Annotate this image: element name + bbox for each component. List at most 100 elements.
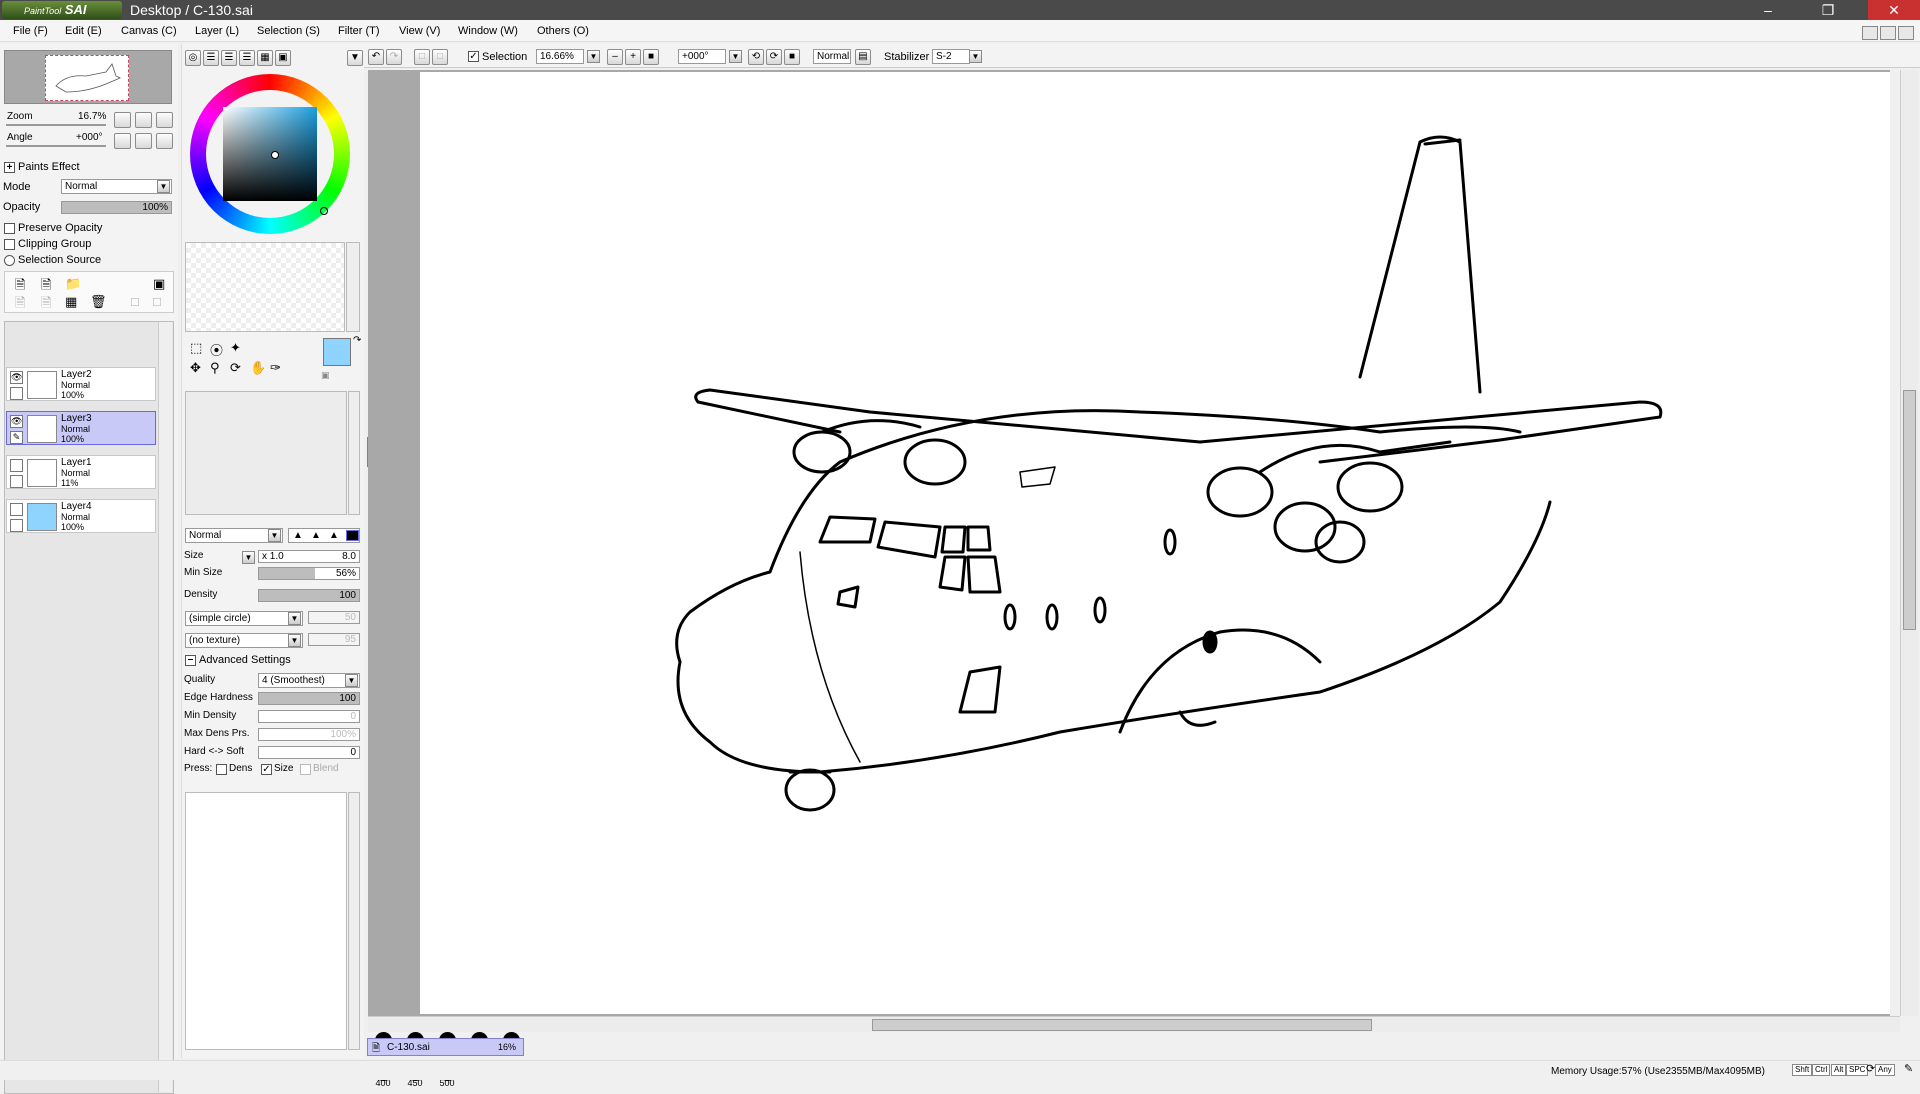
paints-effect-toggle[interactable]: + bbox=[4, 162, 15, 173]
hard-soft-slider[interactable]: 0 bbox=[258, 746, 360, 759]
menu-layer[interactable]: Layer (L) bbox=[195, 25, 239, 37]
transparent-color-icon[interactable]: ▣ bbox=[321, 370, 330, 381]
move-icon[interactable]: ✥ bbox=[190, 360, 201, 376]
scratchpad-scrollbar[interactable] bbox=[346, 242, 360, 332]
mdi-close-button[interactable] bbox=[1898, 26, 1914, 40]
layer-row[interactable]: Layer4 Normal 100% bbox=[6, 499, 156, 533]
zoom-out-button[interactable] bbox=[114, 112, 131, 128]
max-dens-prs-slider[interactable]: 100% bbox=[258, 728, 360, 741]
menu-canvas[interactable]: Canvas (C) bbox=[121, 25, 177, 37]
visibility-eye-icon[interactable]: 👁 bbox=[10, 371, 23, 384]
rotate-cw-icon[interactable]: ⟳ bbox=[766, 49, 782, 65]
menu-file[interactable]: File (F) bbox=[13, 25, 48, 37]
new-folder-icon[interactable]: 📁 bbox=[65, 276, 81, 292]
vertical-scroll-thumb[interactable] bbox=[1903, 390, 1916, 630]
toolbar-zoom-reset-icon[interactable]: ■ bbox=[643, 49, 659, 65]
flatten-icon[interactable]: □ bbox=[153, 294, 161, 309]
zoom-slider[interactable] bbox=[6, 124, 106, 126]
visibility-eye-icon[interactable] bbox=[10, 503, 23, 516]
toolbar-zoom-out-icon[interactable]: – bbox=[607, 49, 623, 65]
size-multiplier-dropdown[interactable]: ▼ bbox=[242, 551, 255, 564]
stabilizer-select[interactable]: S-2 bbox=[932, 49, 970, 64]
transfer-down-icon[interactable]: 🗎 bbox=[15, 294, 25, 316]
swatches-tab-icon[interactable]: ▦ bbox=[257, 50, 273, 66]
press-dens-checkbox[interactable] bbox=[216, 764, 227, 775]
redo-icon[interactable]: ↷ bbox=[386, 49, 402, 65]
advanced-settings-toggle[interactable]: – bbox=[185, 655, 196, 666]
menu-edit[interactable]: Edit (E) bbox=[65, 25, 102, 37]
rgb-slider-tab-icon[interactable]: ☰ bbox=[203, 50, 219, 66]
zoom-tool-icon[interactable]: ⚲ bbox=[210, 360, 220, 376]
tool-palette-scrollbar[interactable] bbox=[348, 391, 360, 515]
layer-pen-icon[interactable] bbox=[10, 519, 23, 532]
brush-shape-strength[interactable]: 50 bbox=[308, 611, 360, 624]
menu-window[interactable]: Window (W) bbox=[458, 25, 518, 37]
navigator-viewport[interactable] bbox=[45, 55, 129, 101]
hsv-slider-tab-icon[interactable]: ☰ bbox=[221, 50, 237, 66]
view-mode-select[interactable]: Normal bbox=[813, 49, 851, 64]
zoom-select[interactable]: 16.66% bbox=[536, 49, 584, 64]
hand-tool-icon[interactable]: ✋ bbox=[250, 360, 266, 376]
selection-checkbox[interactable]: ✓ bbox=[468, 51, 479, 62]
lasso-icon[interactable]: ⦿ bbox=[210, 340, 223, 359]
sv-picker-cursor[interactable] bbox=[271, 151, 279, 159]
swap-colors-icon[interactable]: ↷ bbox=[353, 335, 361, 346]
zoom-reset-button[interactable] bbox=[156, 112, 173, 128]
brush-shape-medium-icon[interactable]: ▲ bbox=[311, 530, 321, 541]
zoom-dropdown-arrow[interactable]: ▼ bbox=[587, 50, 600, 63]
rotation-reset-icon[interactable]: ■ bbox=[784, 49, 800, 65]
rect-select-icon[interactable]: ⬚ bbox=[190, 340, 202, 356]
visibility-eye-icon[interactable] bbox=[10, 459, 23, 472]
brush-shape-select[interactable]: (simple circle) bbox=[185, 611, 303, 626]
panel-menu-icon[interactable]: ▼ bbox=[347, 50, 363, 66]
brush-shape-dropdown-arrow[interactable]: ▼ bbox=[288, 612, 301, 625]
zoom-in-button[interactable] bbox=[135, 112, 152, 128]
menu-selection[interactable]: Selection (S) bbox=[257, 25, 320, 37]
brush-shape-square-icon[interactable] bbox=[346, 530, 359, 541]
horizontal-scroll-thumb[interactable] bbox=[872, 1019, 1372, 1031]
color-wheel-tab-icon[interactable]: ◎ bbox=[185, 50, 201, 66]
visibility-eye-icon[interactable]: 👁 bbox=[10, 415, 23, 428]
layer-row[interactable]: 👁 ✎ Layer3 Normal 100% bbox=[6, 411, 156, 445]
canvas-vertical-scrollbar[interactable] bbox=[1900, 70, 1918, 1016]
canvas-horizontal-scrollbar[interactable] bbox=[368, 1016, 1900, 1032]
min-density-slider[interactable]: 0 bbox=[258, 710, 360, 723]
brush-shape-hard-icon[interactable]: ▲ bbox=[329, 530, 339, 541]
brush-texture-strength[interactable]: 95 bbox=[308, 633, 360, 646]
brush-texture-select[interactable]: (no texture) bbox=[185, 633, 303, 648]
angle-slider[interactable] bbox=[6, 145, 106, 147]
min-size-slider[interactable]: 56% bbox=[258, 567, 360, 580]
canvas-paper[interactable] bbox=[420, 72, 1890, 1014]
hue-ring[interactable] bbox=[190, 74, 350, 234]
scratchpad[interactable] bbox=[185, 242, 345, 332]
brush-size-palette-scrollbar[interactable] bbox=[348, 792, 360, 1050]
primary-color-swatch[interactable] bbox=[323, 338, 351, 366]
restore-button[interactable]: ❐ bbox=[1808, 0, 1848, 20]
close-button[interactable]: ✕ bbox=[1868, 0, 1920, 20]
brush-texture-dropdown-arrow[interactable]: ▼ bbox=[288, 634, 301, 647]
stabilizer-dropdown-arrow[interactable]: ▼ bbox=[969, 50, 982, 63]
gradation-tab-icon[interactable]: ☰ bbox=[239, 50, 255, 66]
edge-hardness-slider[interactable]: 100 bbox=[258, 692, 360, 705]
rotate-ccw-icon[interactable]: ⟲ bbox=[748, 49, 764, 65]
delete-layer-icon[interactable]: 🗑 bbox=[90, 294, 107, 310]
mdi-minimize-button[interactable] bbox=[1862, 26, 1878, 40]
scratchpad-tab-icon[interactable]: ▣ bbox=[275, 50, 291, 66]
minimize-button[interactable]: – bbox=[1748, 0, 1788, 20]
rotate-left-button[interactable] bbox=[114, 133, 131, 149]
undo-icon[interactable]: ↶ bbox=[368, 49, 384, 65]
menu-view[interactable]: View (V) bbox=[399, 25, 440, 37]
selection-source-radio[interactable] bbox=[4, 255, 15, 266]
hue-picker-cursor[interactable] bbox=[320, 207, 328, 215]
rotation-dropdown-arrow[interactable]: ▼ bbox=[729, 50, 742, 63]
layer-pen-icon[interactable] bbox=[10, 387, 23, 400]
flip-view-icon[interactable]: ▤ bbox=[855, 49, 871, 65]
toolbar-zoom-in-icon[interactable]: + bbox=[625, 49, 641, 65]
brush-shape-soft-icon[interactable]: ▲ bbox=[293, 530, 303, 541]
press-blend-checkbox[interactable] bbox=[300, 764, 311, 775]
layer-row[interactable]: 👁 Layer2 Normal 100% bbox=[6, 367, 156, 401]
rotate-reset-button[interactable] bbox=[156, 133, 173, 149]
layer-row[interactable]: Layer1 Normal 11% bbox=[6, 455, 156, 489]
opacity-slider[interactable]: 100% bbox=[61, 201, 172, 214]
mode-dropdown-arrow[interactable]: ▼ bbox=[157, 180, 170, 193]
